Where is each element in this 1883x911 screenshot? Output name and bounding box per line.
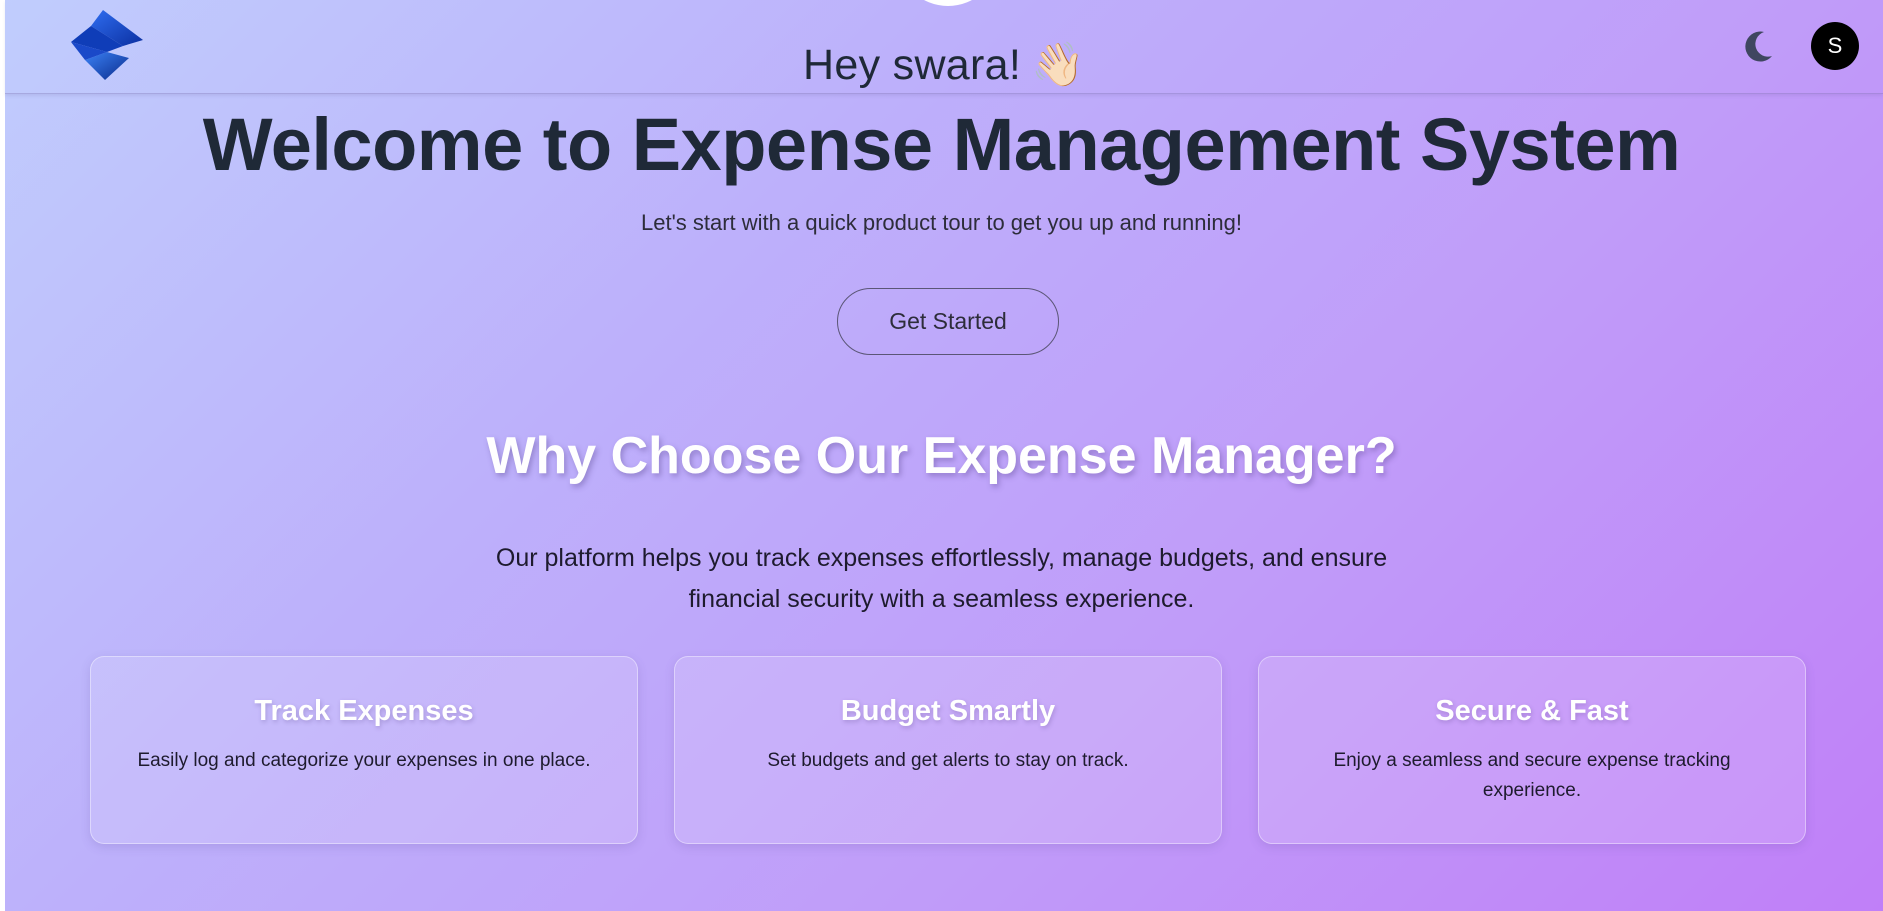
feature-card-text: Easily log and categorize your expenses … [137, 750, 591, 771]
feature-card-text: Enjoy a seamless and secure expense trac… [1333, 750, 1731, 801]
feature-card-title: Track Expenses [254, 695, 474, 727]
feature-card-title: Secure & Fast [1435, 695, 1629, 727]
avatar-initial: S [1827, 33, 1843, 58]
feature-card-budget-smartly: Budget Smartly Set budgets and get alert… [674, 656, 1222, 844]
user-avatar[interactable]: S [1811, 22, 1859, 70]
waving-hand-icon: 👋🏻 [1031, 41, 1085, 89]
moon-icon[interactable] [1738, 26, 1778, 66]
greeting-text: Hey swara! [803, 41, 1022, 89]
why-choose-description: Our platform helps you track expenses ef… [495, 544, 1388, 613]
top-navbar: Hey swara! 👋🏻 S [5, 0, 1883, 94]
why-choose-heading: Why Choose Our Expense Manager? [486, 427, 1397, 485]
feature-card-secure-fast: Secure & Fast Enjoy a seamless and secur… [1258, 656, 1806, 844]
hero-title: Welcome to Expense Management System [202, 103, 1681, 186]
feature-card-text: Set budgets and get alerts to stay on tr… [767, 750, 1129, 771]
get-started-button[interactable]: Get Started [837, 288, 1059, 355]
hero-subtitle: Let's start with a quick product tour to… [640, 210, 1242, 235]
feature-card-track-expenses: Track Expenses Easily log and categorize… [90, 656, 638, 844]
greeting-heading: Hey swara! 👋🏻 [5, 40, 1883, 90]
feature-card-title: Budget Smartly [840, 695, 1056, 727]
